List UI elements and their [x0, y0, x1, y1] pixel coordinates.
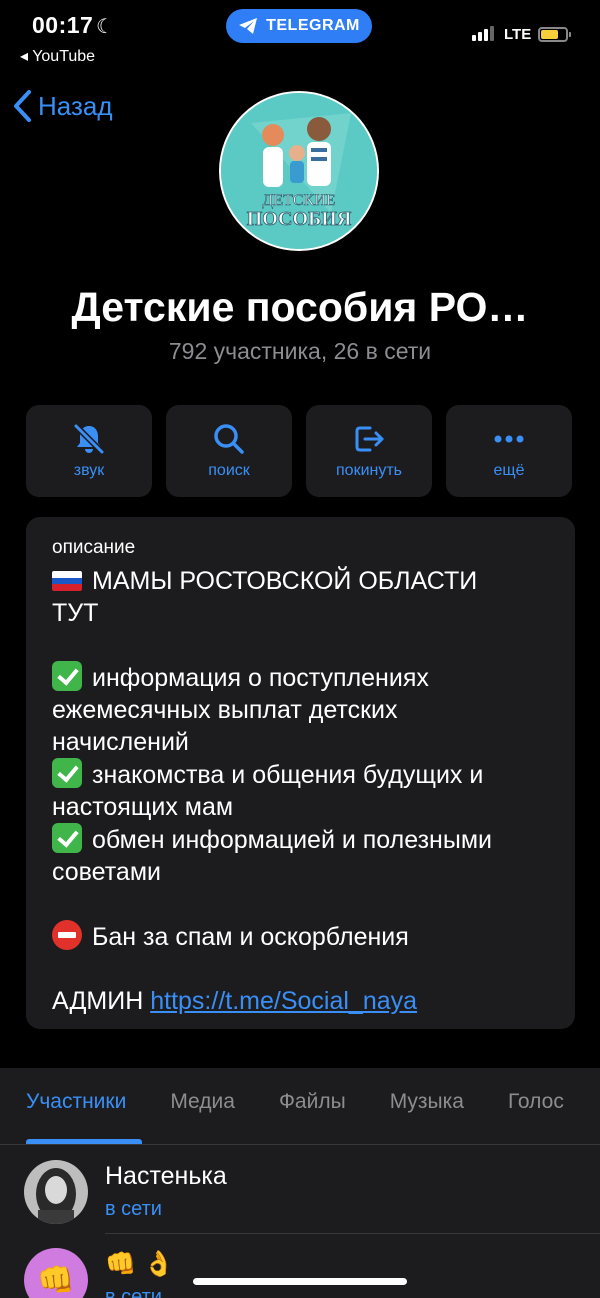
avatar: 👊 [24, 1248, 88, 1298]
telegram-pill-label: TELEGRAM [266, 17, 360, 34]
paper-plane-icon [239, 18, 258, 34]
network-label: LTE [504, 26, 532, 43]
clock: 00:17 [32, 12, 94, 38]
tab-music[interactable]: Музыка [390, 1090, 464, 1130]
description-line: настоящих мам [52, 793, 234, 821]
check-mark-icon [52, 823, 82, 853]
description-line: знакомства и общения будущих и [52, 758, 549, 791]
telegram-pill[interactable]: TELEGRAM [226, 9, 372, 43]
more-button[interactable]: ещё [446, 405, 572, 497]
mute-button[interactable]: звук [26, 405, 152, 497]
list-item[interactable]: 👊 👊 👌 в сети [0, 1234, 600, 1298]
description-line: ТУТ [52, 599, 99, 627]
tab-members[interactable]: Участники [26, 1090, 126, 1130]
check-mark-icon [52, 661, 82, 691]
description-card: описание МАМЫ РОСТОВСКОЙ ОБЛАСТИ ТУТ инф… [26, 517, 575, 1029]
list-item[interactable]: Настенька в сети [0, 1146, 600, 1234]
back-button[interactable]: Назад [12, 86, 113, 126]
description-line: советами [52, 858, 161, 886]
home-indicator[interactable] [193, 1278, 407, 1285]
more-icon [494, 435, 524, 443]
member-name: Настенька [105, 1162, 227, 1190]
group-info-screen: 00:17 ☾ ◂ YouTube TELEGRAM LTE Назад ДЕТ… [0, 0, 600, 1298]
member-status: в сети [105, 1286, 162, 1298]
description-line: обмен информацией и полезными [52, 823, 549, 856]
more-label: ещё [493, 462, 525, 479]
description-line: начислений [52, 728, 189, 756]
action-row: звук поиск покинуть ещё [26, 405, 575, 497]
member-status: в сети [105, 1198, 162, 1220]
signal-icon [472, 26, 494, 41]
description-line: МАМЫ РОСТОВСКОЙ ОБЛАСТИ [52, 565, 549, 597]
tab-voice[interactable]: Голос [508, 1090, 564, 1130]
russia-flag-icon [52, 571, 82, 591]
check-mark-icon [52, 758, 82, 788]
tab-media[interactable]: Медиа [170, 1090, 235, 1130]
mute-label: звук [73, 462, 105, 479]
leave-icon [355, 426, 384, 452]
family-illustration: ДЕТСКИЕ ПОСОБИЯ [221, 93, 377, 249]
avatar-logo-text-1: ДЕТСКИЕ [262, 192, 335, 209]
description-line: Бан за спам и оскорбления [52, 920, 549, 953]
avatar-logo-text-2: ПОСОБИЯ [247, 208, 352, 230]
tab-files[interactable]: Файлы [279, 1090, 346, 1130]
admin-label: АДМИН [52, 987, 151, 1015]
divider [0, 1144, 600, 1145]
description-header: описание [52, 537, 136, 558]
search-button[interactable]: поиск [166, 405, 292, 497]
description-line: информация о поступлениях [52, 661, 549, 694]
no-entry-icon [52, 920, 82, 950]
group-avatar[interactable]: ДЕТСКИЕ ПОСОБИЯ [219, 91, 379, 251]
fist-icon: 👊 [37, 1263, 75, 1297]
bell-muted-icon [73, 423, 105, 455]
member-name: 👊 👌 [105, 1250, 175, 1278]
moon-icon: ☾ [96, 16, 114, 38]
avatar [24, 1160, 88, 1224]
leave-label: покинуть [336, 462, 402, 479]
back-label: Назад [38, 90, 113, 121]
admin-link[interactable]: https://t.me/Social_naya [150, 987, 417, 1015]
search-icon [214, 424, 244, 454]
status-bar: 00:17 ☾ ◂ YouTube TELEGRAM LTE [0, 0, 600, 80]
battery-icon [538, 27, 571, 42]
description-line: ежемесячных выплат детских [52, 696, 398, 724]
group-title: Детские пособия РО… [71, 284, 529, 330]
media-tabs: Участники Медиа Файлы Музыка Голос [26, 1090, 564, 1130]
leave-button[interactable]: покинуть [306, 405, 432, 497]
chevron-left-icon [14, 90, 31, 122]
search-label: поиск [208, 462, 250, 479]
back-to-app-link[interactable]: ◂ YouTube [20, 46, 95, 66]
group-subtitle: 792 участника, 26 в сети [168, 338, 432, 364]
description-line: АДМИН https://t.me/Social_naya [52, 985, 549, 1017]
